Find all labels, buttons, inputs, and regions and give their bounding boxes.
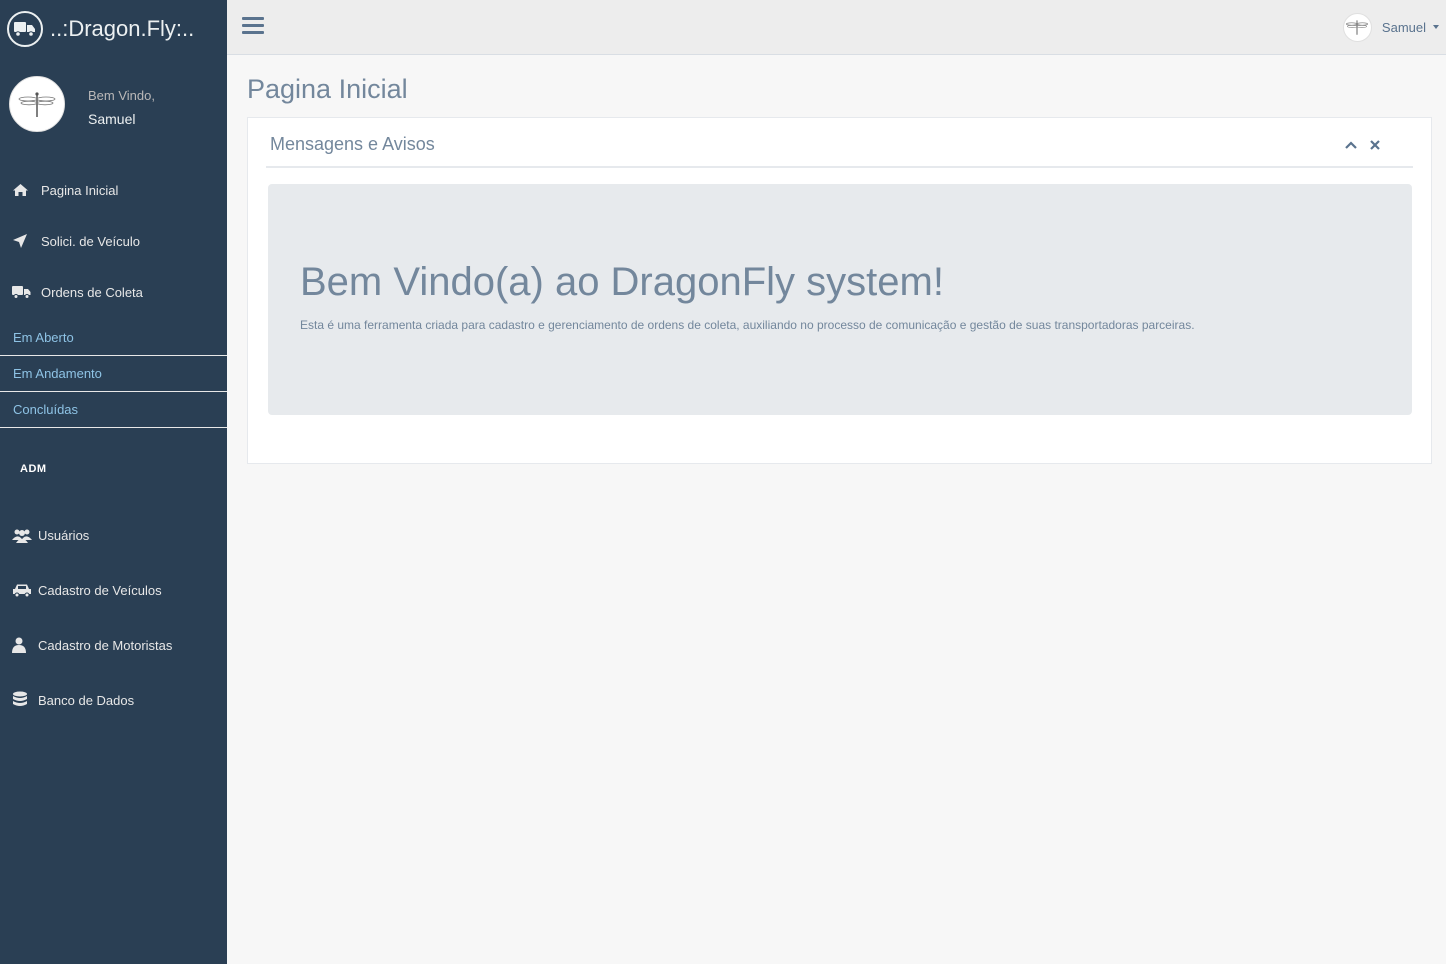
dragonfly-icon [18,92,56,117]
sub-item-label: Concluídas [13,402,79,417]
topbar: Samuel [227,0,1446,55]
avatar [1342,12,1372,42]
nav-item-ordens-coleta[interactable]: Ordens de Coleta [0,272,227,312]
sub-item-label: Em Aberto [13,330,74,345]
caret-down-icon [1433,25,1439,29]
nav-item-pagina-inicial[interactable]: Pagina Inicial [0,170,227,210]
close-icon[interactable] [1368,138,1382,152]
truck-logo-icon [7,10,43,47]
panel-header: Mensagens e Avisos [266,118,1413,168]
users-icon [12,527,32,543]
section-label-adm: ADM [20,463,47,475]
nav-item-label: Banco de Dados [38,692,135,708]
nav-item-label: Cadastro de Veículos [38,582,162,598]
user-icon [12,637,32,653]
messages-panel: Mensagens e Avisos Bem Vindo(a) ao Drago… [247,117,1432,464]
panel-tools [1344,138,1382,152]
collapse-chevron-up-icon[interactable] [1344,138,1358,152]
jumbotron-title: Bem Vindo(a) ao DragonFly system! [300,260,944,304]
menu-toggle-icon[interactable] [242,17,264,37]
panel-title: Mensagens e Avisos [270,134,435,154]
profile-block: Bem Vindo, Samuel [0,57,227,167]
nav-item-label: Usuários [38,527,90,543]
user-name: Samuel [1381,19,1426,35]
sub-item-em-aberto[interactable]: Em Aberto [0,320,227,356]
sub-item-label: Em Andamento [13,366,102,381]
nav-item-label: Solici. de Veículo [41,233,141,249]
nav-item-solici-veiculo[interactable]: Solici. de Veículo [0,221,227,261]
paper-plane-icon [12,233,32,249]
avatar [9,76,65,132]
database-icon [12,691,32,708]
sidebar: ..:Dragon.Fly:.. Bem Vindo, Samuel Pagin… [0,0,227,964]
home-icon [12,182,32,198]
nav-item-label: Ordens de Coleta [41,284,143,300]
truck-icon [12,284,32,300]
nav-item-label: Cadastro de Motoristas [38,637,173,653]
sub-item-concluidas[interactable]: Concluídas [0,392,227,428]
brand-title: ..:Dragon.Fly:.. [50,15,195,41]
page-title: Pagina Inicial [247,74,408,104]
brand[interactable]: ..:Dragon.Fly:.. [0,0,227,57]
dragonfly-icon [1346,20,1369,35]
nav-item-banco-dados[interactable]: Banco de Dados [0,680,227,720]
nav-item-usuarios[interactable]: Usuários [0,515,227,555]
car-icon [12,582,32,598]
nav-item-cadastro-motoristas[interactable]: Cadastro de Motoristas [0,625,227,665]
sub-item-em-andamento[interactable]: Em Andamento [0,356,227,392]
jumbotron-text: Esta é uma ferramenta criada para cadast… [300,318,1195,332]
profile-name: Samuel [88,111,136,127]
nav-item-cadastro-veiculos[interactable]: Cadastro de Veículos [0,570,227,610]
user-menu-dropdown[interactable]: Samuel [1342,12,1439,42]
welcome-jumbotron: Bem Vindo(a) ao DragonFly system! Esta é… [268,184,1412,415]
welcome-text: Bem Vindo, [88,88,155,103]
nav-item-label: Pagina Inicial [41,182,119,198]
